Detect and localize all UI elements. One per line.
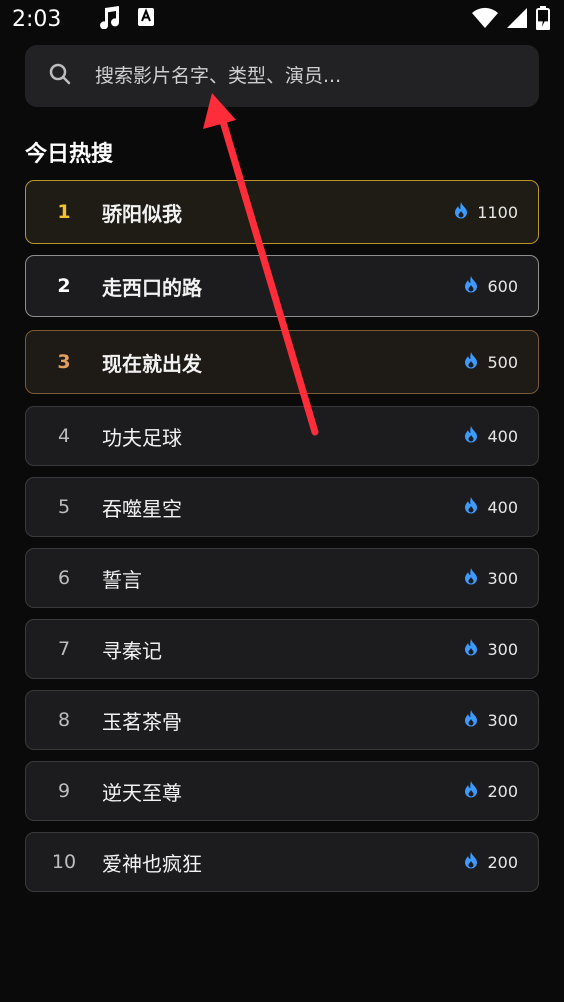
fire-icon — [463, 425, 479, 447]
status-left: 2:03 — [12, 5, 155, 33]
fire-icon — [453, 201, 469, 223]
hot-list-item[interactable]: 8 玉茗茶骨 300 — [25, 690, 539, 750]
hot-value: 400 — [487, 426, 518, 446]
hot-list: 1 骄阳似我 1100 2 走西口的路 600 3 现在就出发 500 4 功夫… — [25, 180, 539, 903]
hot-value: 600 — [487, 276, 518, 296]
fire-icon — [463, 851, 479, 873]
hot-list-item[interactable]: 10 爱神也疯狂 200 — [25, 832, 539, 892]
rank-number: 8 — [57, 709, 71, 731]
hot-value: 400 — [487, 497, 518, 517]
hot-list-item[interactable]: 6 誓言 300 — [25, 548, 539, 608]
signal-icon — [506, 7, 528, 33]
movie-title: 吞噬星空 — [102, 496, 182, 521]
hot-value: 500 — [487, 352, 518, 372]
rank-number: 4 — [57, 425, 71, 447]
status-bar: 2:03 — [0, 0, 564, 38]
rank-number: 10 — [51, 851, 77, 873]
hot-list-item[interactable]: 5 吞噬星空 400 — [25, 477, 539, 537]
hot-list-item[interactable]: 1 骄阳似我 1100 — [25, 180, 539, 244]
search-icon — [49, 63, 95, 89]
hot-value: 200 — [487, 852, 518, 872]
fire-icon — [463, 709, 479, 731]
hot-value: 300 — [487, 568, 518, 588]
rank-number: 9 — [57, 780, 71, 802]
hot-list-item[interactable]: 9 逆天至尊 200 — [25, 761, 539, 821]
hot-count: 300 — [463, 567, 518, 589]
status-time: 2:03 — [12, 6, 62, 32]
movie-title: 逆天至尊 — [102, 780, 182, 805]
search-bar[interactable] — [25, 45, 539, 107]
rank-number: 1 — [57, 201, 71, 223]
fire-icon — [463, 638, 479, 660]
fire-icon — [463, 496, 479, 518]
status-right — [472, 6, 550, 34]
hot-count: 300 — [463, 638, 518, 660]
battery-icon — [536, 6, 550, 34]
hot-value: 300 — [487, 710, 518, 730]
hot-value: 200 — [487, 781, 518, 801]
movie-title: 玉茗茶骨 — [102, 709, 182, 734]
movie-title: 走西口的路 — [102, 275, 202, 300]
hot-count: 600 — [463, 275, 518, 297]
wifi-icon — [472, 7, 498, 33]
hot-count: 500 — [463, 351, 518, 373]
movie-title: 寻秦记 — [102, 638, 162, 663]
hot-value: 1100 — [477, 202, 518, 222]
movie-title: 爱神也疯狂 — [102, 851, 202, 876]
hot-count: 400 — [463, 496, 518, 518]
hot-count: 300 — [463, 709, 518, 731]
search-input[interactable] — [95, 65, 495, 87]
fire-icon — [463, 567, 479, 589]
fire-icon — [463, 780, 479, 802]
fire-icon — [463, 275, 479, 297]
fire-icon — [463, 351, 479, 373]
movie-title: 功夫足球 — [102, 425, 182, 450]
app-notification-icon — [137, 7, 155, 31]
hot-list-item[interactable]: 4 功夫足球 400 — [25, 406, 539, 466]
rank-number: 7 — [57, 638, 71, 660]
hot-list-item[interactable]: 7 寻秦记 300 — [25, 619, 539, 679]
movie-title: 骄阳似我 — [102, 201, 182, 226]
hot-list-item[interactable]: 3 现在就出发 500 — [25, 330, 539, 394]
movie-title: 誓言 — [102, 567, 142, 592]
music-note-icon — [99, 5, 121, 33]
rank-number: 2 — [57, 275, 71, 297]
hot-list-item[interactable]: 2 走西口的路 600 — [25, 255, 539, 317]
section-title: 今日热搜 — [25, 142, 114, 167]
rank-number: 5 — [57, 496, 71, 518]
rank-number: 3 — [57, 351, 71, 373]
hot-count: 400 — [463, 425, 518, 447]
hot-count: 200 — [463, 851, 518, 873]
movie-title: 现在就出发 — [102, 351, 202, 376]
hot-count: 200 — [463, 780, 518, 802]
hot-count: 1100 — [453, 201, 518, 223]
hot-value: 300 — [487, 639, 518, 659]
rank-number: 6 — [57, 567, 71, 589]
